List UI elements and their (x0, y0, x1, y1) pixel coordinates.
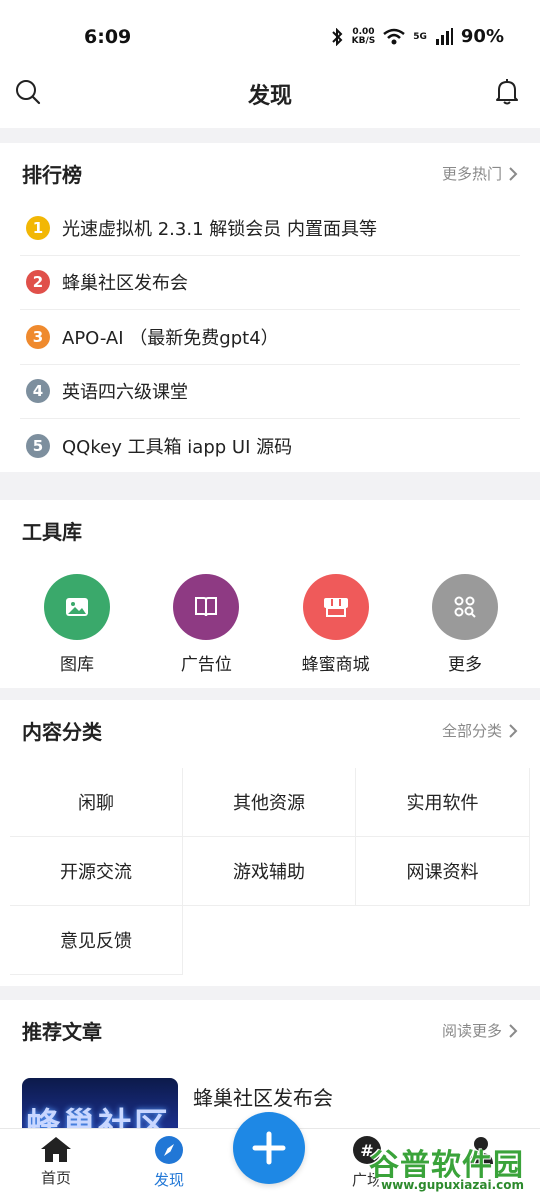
rank-item-3[interactable]: 3 APO-AI （最新免费gpt4） (20, 310, 520, 365)
article-thumbnail: 蜂巢社区 (22, 1078, 178, 1128)
book-icon (195, 597, 218, 617)
category-online-courses[interactable]: 网课资料 (356, 837, 530, 906)
articles-title: 推荐文章 (22, 1020, 102, 1044)
category-chat[interactable]: 闲聊 (10, 768, 183, 837)
rank-item-1[interactable]: 1 光速虚拟机 2.3.1 解锁会员 内置面具等 (20, 201, 520, 256)
categories-grid: 闲聊 其他资源 实用软件 开源交流 游戏辅助 网课资料 意见反馈 (10, 768, 530, 975)
categories-header: 内容分类 全部分类 (0, 700, 540, 758)
compass-icon (155, 1136, 183, 1164)
rank-item-4[interactable]: 4 英语四六级课堂 (20, 365, 520, 419)
categories-more-label: 全部分类 (441, 722, 502, 740)
tool-circle (431, 574, 498, 640)
rank-text: 光速虚拟机 2.3.1 解锁会员 内置面具等 (62, 218, 377, 240)
add-post-button[interactable] (233, 1112, 305, 1184)
ranking-list: 1 光速虚拟机 2.3.1 解锁会员 内置面具等 2 蜂巢社区发布会 3 APO-AI… (0, 201, 540, 474)
rank-text: QQkey 工具箱 iapp UI 源码 (62, 437, 293, 459)
image-icon (66, 598, 88, 616)
category-game-assist[interactable]: 游戏辅助 (183, 837, 356, 906)
tool-store[interactable]: 蜂蜜商城 (301, 574, 371, 675)
ranking-more-link[interactable]: 更多热门 (442, 163, 518, 184)
tab-home[interactable]: 首页 (21, 1135, 91, 1188)
plus-icon (252, 1131, 286, 1165)
rank-text: APO-AI （最新免费gpt4） (62, 327, 279, 349)
top-nav: 发现 (0, 70, 540, 128)
chevron-right-icon (509, 723, 518, 738)
tab-label: 发现 (153, 1171, 184, 1189)
categories-title: 内容分类 (22, 720, 102, 744)
rank-badge: 3 (26, 324, 50, 349)
page-title: 发现 (247, 84, 292, 109)
tools-card: 工具库 图库 广告位 蜂蜜商城 更多 (0, 500, 540, 688)
category-feedback[interactable]: 意见反馈 (10, 906, 183, 975)
tab-label: 首页 (40, 1169, 71, 1187)
tool-circle (302, 574, 369, 640)
grid-search-icon (454, 596, 476, 618)
rank-text: 蜂巢社区发布会 (62, 273, 188, 295)
ranking-header: 排行榜 更多热门 (0, 143, 540, 201)
net-speed-unit: KB/S (351, 35, 376, 46)
tools-row: 图库 广告位 蜂蜜商城 更多 (0, 558, 540, 675)
tool-label: 更多 (447, 655, 482, 675)
category-utility-software[interactable]: 实用软件 (356, 768, 530, 837)
bluetooth-icon (331, 27, 343, 46)
ranking-more-label: 更多热门 (441, 165, 502, 183)
battery-level: 90% (460, 26, 504, 47)
tool-circle (44, 574, 110, 640)
tool-ads[interactable]: 广告位 (171, 574, 241, 675)
tool-gallery[interactable]: 图库 (42, 574, 112, 675)
articles-more-link[interactable]: 阅读更多 (442, 1020, 518, 1041)
articles-more-label: 阅读更多 (441, 1022, 502, 1040)
tool-label: 蜂蜜商城 (301, 655, 370, 675)
rank-item-5[interactable]: 5 QQkey 工具箱 iapp UI 源码 (20, 419, 520, 474)
store-icon (323, 598, 348, 617)
categories-card: 内容分类 全部分类 闲聊 其他资源 实用软件 开源交流 游戏辅助 网课资料 意见… (0, 700, 540, 986)
rank-badge: 4 (26, 379, 50, 404)
category-other-resources[interactable]: 其他资源 (183, 768, 356, 837)
signal-icon (435, 27, 453, 45)
chevron-right-icon (509, 166, 518, 181)
ranking-title: 排行榜 (22, 163, 82, 187)
status-icons: 0.00 KB/S 5G 90% (330, 26, 504, 47)
chevron-right-icon (509, 1023, 518, 1038)
status-bar: 6:09 0.00 KB/S 5G 90% (0, 0, 540, 70)
bell-icon[interactable] (494, 78, 520, 106)
articles-card: 推荐文章 阅读更多 蜂巢社区 蜂巢社区发布会 (0, 1000, 540, 1128)
watermark-url: www.gupuxiazai.com (379, 1178, 526, 1192)
tool-circle (173, 574, 240, 640)
category-open-source[interactable]: 开源交流 (10, 837, 183, 906)
thumbnail-text: 蜂巢社区 (26, 1106, 170, 1128)
status-time: 6:09 (84, 26, 132, 48)
network-type: 5G (413, 31, 427, 42)
categories-more-link[interactable]: 全部分类 (442, 720, 518, 741)
tool-label: 广告位 (180, 655, 232, 675)
tools-header: 工具库 (0, 500, 540, 558)
article-title: 蜂巢社区发布会 (193, 1086, 333, 1110)
tools-title: 工具库 (22, 520, 82, 544)
rank-item-2[interactable]: 2 蜂巢社区发布会 (20, 256, 520, 310)
net-speed: 0.00 KB/S (351, 27, 376, 46)
tool-more[interactable]: 更多 (430, 574, 500, 675)
tool-label: 图库 (60, 655, 94, 675)
home-icon (41, 1137, 71, 1162)
watermark: 谷普软件园 www.gupuxiazai.com (344, 1140, 534, 1196)
rank-text: 英语四六级课堂 (62, 382, 188, 404)
rank-badge: 1 (26, 215, 50, 240)
tab-discover[interactable]: 发现 (134, 1135, 204, 1190)
rank-badge: 5 (26, 434, 50, 459)
wifi-icon (383, 28, 406, 44)
rank-badge: 2 (26, 270, 50, 295)
ranking-card: 排行榜 更多热门 1 光速虚拟机 2.3.1 解锁会员 内置面具等 2 蜂巢社区发布… (0, 143, 540, 472)
articles-header: 推荐文章 阅读更多 (0, 1000, 540, 1058)
